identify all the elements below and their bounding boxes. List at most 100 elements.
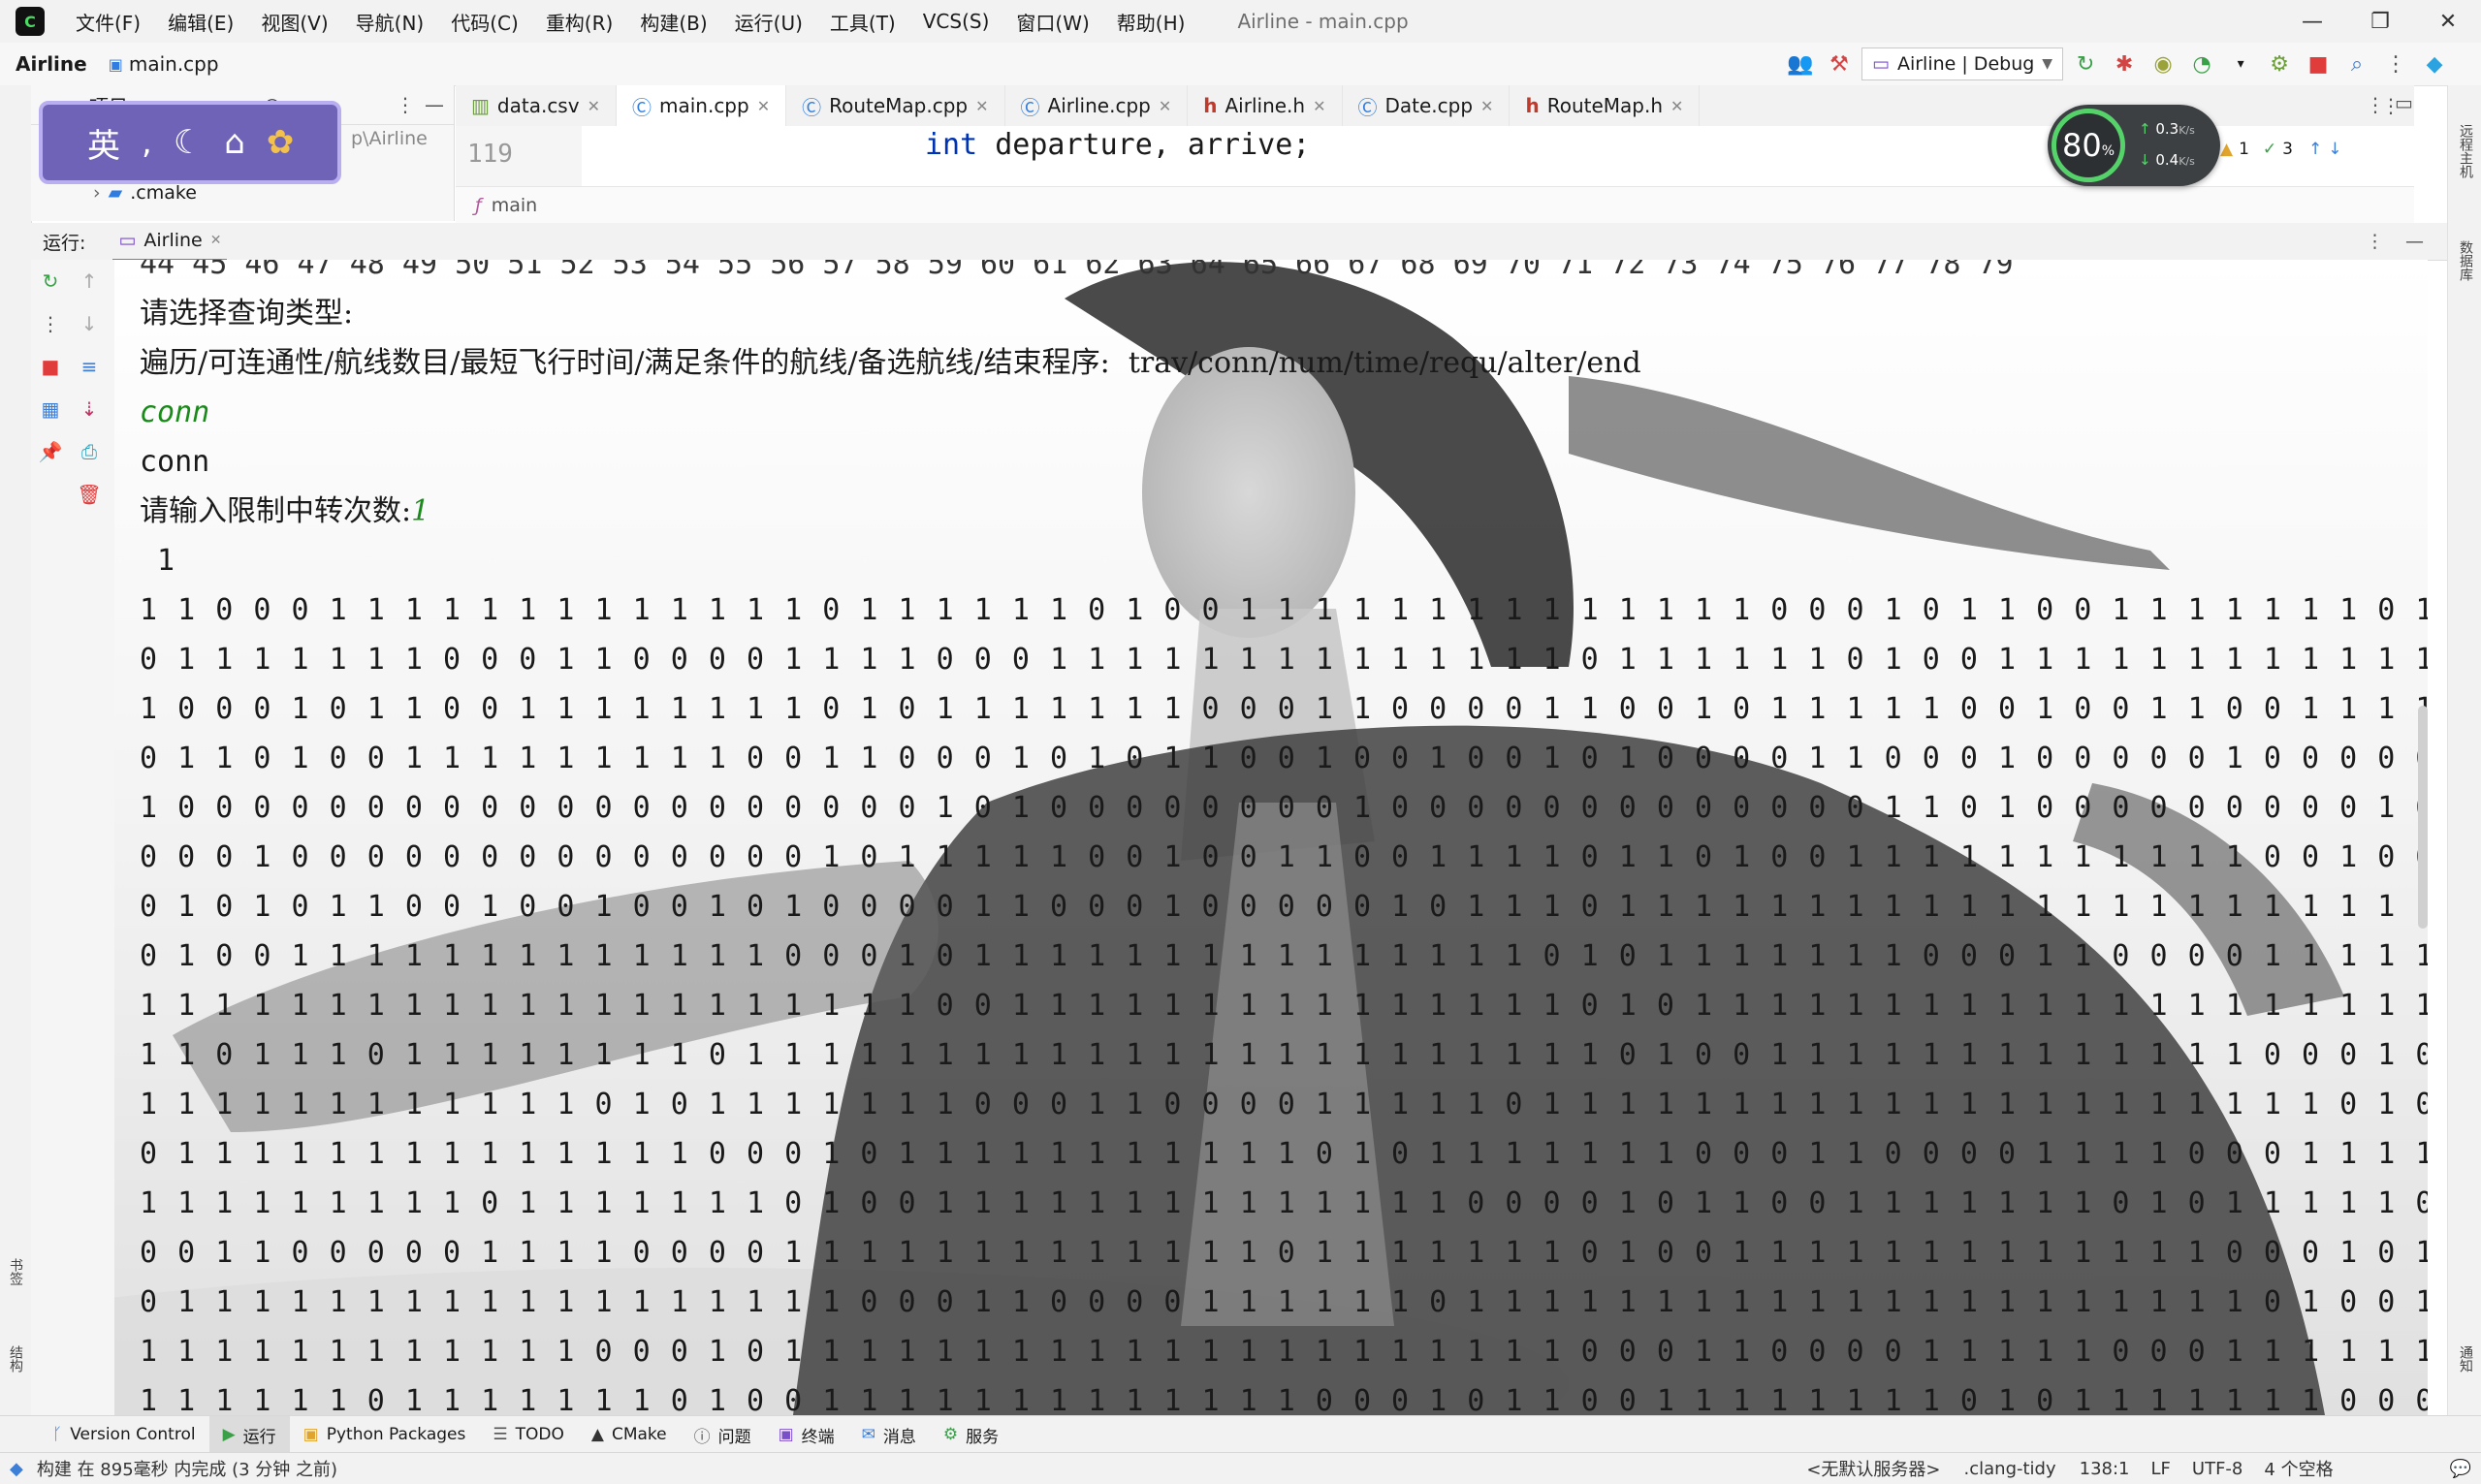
tab-cmake[interactable]: ▲ CMake	[578, 1416, 681, 1453]
database-tool-button[interactable]: 数据库	[2456, 240, 2475, 281]
options-icon[interactable]: ⋮	[396, 93, 415, 116]
code-breadcrumb[interactable]: ƒ main	[456, 186, 2414, 224]
close-tab-icon[interactable]: ✕	[1480, 97, 1493, 115]
close-tab-icon[interactable]: ✕	[1159, 97, 1171, 115]
tab-date-cpp[interactable]: Ⓒ Date.cpp ✕	[1343, 85, 1511, 126]
ime-status-badge[interactable]: 英 , ☾ ⌂ ✿	[39, 101, 341, 184]
tab-run[interactable]: ▶ 运行	[208, 1416, 290, 1453]
close-tab-icon[interactable]: ✕	[1670, 97, 1683, 115]
scroll-down-icon[interactable]: ↓	[70, 302, 109, 345]
tab-todo[interactable]: ☰ TODO	[479, 1416, 578, 1453]
tab-problems[interactable]: ⓘ 问题	[681, 1416, 765, 1453]
editor-more-icon[interactable]: ▭	[2395, 91, 2413, 114]
menu-build[interactable]: 构建(B)	[626, 8, 720, 36]
scroll-to-end-icon[interactable]: ⇣	[70, 388, 109, 430]
tab-airline-h[interactable]: h Airline.h ✕	[1188, 85, 1343, 126]
console-scrollbar[interactable]	[2418, 706, 2428, 929]
remote-host-tool-button[interactable]: 远程主机	[2456, 124, 2475, 178]
tab-python-packages[interactable]: ▣ Python Packages	[290, 1416, 480, 1453]
menu-help[interactable]: 帮助(H)	[1103, 8, 1199, 36]
prev-highlight-icon[interactable]: ↑	[2308, 140, 2322, 159]
stop-icon[interactable]: ■	[31, 345, 70, 388]
print-icon[interactable]: ⎙	[70, 430, 109, 473]
menu-navigate[interactable]: 导航(N)	[342, 8, 438, 36]
file-breadcrumb[interactable]: ▣ main.cpp	[109, 52, 219, 76]
status-message[interactable]: 构建 在 895毫秒 内完成 (3 分钟 之前)	[37, 1456, 337, 1481]
build-hammer-icon[interactable]: ⚒	[1823, 47, 1856, 80]
ime-punctuation-icon: ,	[142, 123, 152, 162]
menu-vcs[interactable]: VCS(S)	[909, 10, 1003, 33]
settings-icon[interactable]: ⋮	[2379, 47, 2412, 80]
inspection-widget[interactable]: ▲ 1 ✓ 3 ↑ ↓	[2220, 140, 2341, 159]
profiler-icon[interactable]: ◔	[2185, 47, 2218, 80]
bookmarks-tool-button[interactable]: 书签	[6, 1258, 25, 1285]
indent-setting[interactable]: 4 个空格	[2264, 1456, 2333, 1481]
valgrind-icon[interactable]: ⚙	[2263, 47, 2296, 80]
file-encoding[interactable]: UTF-8	[2192, 1459, 2242, 1479]
pin-icon[interactable]: 📌	[31, 430, 70, 473]
soft-wrap-icon[interactable]: ≡	[70, 345, 109, 388]
tab-main-cpp[interactable]: Ⓒmain.cpp ✕	[616, 85, 787, 129]
rerun-icon[interactable]: ↻	[2069, 47, 2102, 80]
jetbrains-toolbox-icon[interactable]: ◆	[2418, 47, 2451, 80]
menu-code[interactable]: 代码(C)	[437, 8, 532, 36]
tab-messages[interactable]: ✉ 消息	[848, 1416, 930, 1453]
split-editor-icon[interactable]: ⋮	[2366, 93, 2385, 116]
run-options-icon[interactable]: ⋮	[2366, 231, 2384, 252]
stop-icon[interactable]: ■	[2302, 47, 2335, 80]
close-tab-icon[interactable]: ✕	[588, 97, 600, 115]
project-breadcrumb[interactable]: Airline	[16, 52, 87, 76]
restore-button[interactable]: ❐	[2346, 0, 2414, 43]
package-icon: ▣	[302, 1425, 319, 1444]
tab-version-control[interactable]: ᚴ Version Control	[39, 1416, 209, 1453]
debug-bug-icon[interactable]: ✱	[2108, 47, 2141, 80]
matrix-row: 1 0 0 0 1 0 1 1 0 0 1 1 1 1 1 1 1 1 0 1 …	[140, 692, 2428, 726]
run-configuration-select[interactable]: ▭ Airline | Debug ▼	[1861, 47, 2064, 80]
tab-routemap-h[interactable]: h RouteMap.h ✕	[1510, 85, 1701, 126]
menu-refactor[interactable]: 重构(R)	[532, 8, 627, 36]
menu-run[interactable]: 运行(U)	[721, 8, 816, 36]
layout-icon[interactable]: ▦	[31, 388, 70, 430]
event-log-icon[interactable]: 💬	[2450, 1459, 2471, 1479]
menu-tools[interactable]: 工具(T)	[816, 8, 909, 36]
close-button[interactable]: ✕	[2414, 0, 2481, 43]
run-tab-airline[interactable]: ▭ Airline ✕	[112, 222, 228, 262]
caret-position[interactable]: 138:1	[2080, 1459, 2130, 1479]
search-icon[interactable]: ⌕	[2340, 47, 2373, 80]
menu-edit[interactable]: 编辑(E)	[154, 8, 247, 36]
close-tab-icon[interactable]: ✕	[975, 97, 988, 115]
scroll-up-icon[interactable]: ↑	[70, 260, 109, 302]
console-output[interactable]: 44 45 46 47 48 49 50 51 52 53 54 55 56 5…	[140, 260, 2428, 1415]
structure-tool-button[interactable]: 结构	[6, 1345, 25, 1373]
close-tab-icon[interactable]: ✕	[757, 97, 770, 115]
hide-panel-icon[interactable]: —	[425, 93, 444, 116]
user-icon[interactable]: 👥	[1784, 47, 1817, 80]
hide-run-panel-icon[interactable]: —	[2405, 231, 2424, 252]
tab-routemap-cpp[interactable]: Ⓒ RouteMap.cpp ✕	[786, 85, 1005, 126]
minimize-button[interactable]: —	[2278, 0, 2346, 43]
breadcrumb-function[interactable]: main	[492, 195, 537, 216]
menu-view[interactable]: 视图(V)	[247, 8, 341, 36]
more-run-icon[interactable]: ▾	[2224, 47, 2257, 80]
menu-file[interactable]: 文件(F)	[62, 8, 154, 36]
clear-console-icon[interactable]: 🗑	[70, 473, 109, 516]
more-actions-icon[interactable]: ⋮	[31, 302, 70, 345]
tab-airline-cpp[interactable]: Ⓒ Airline.cpp ✕	[1005, 85, 1189, 126]
rerun-icon[interactable]: ↻	[31, 260, 70, 302]
network-speed-widget[interactable]: 80% ↑ 0.3K/s ↓ 0.4K/s	[2048, 105, 2220, 186]
line-separator[interactable]: LF	[2151, 1459, 2171, 1479]
tab-data-csv[interactable]: ▥ data.csv ✕	[456, 85, 617, 126]
clang-tidy-status[interactable]: .clang-tidy	[1964, 1459, 2056, 1479]
next-highlight-icon[interactable]: ↓	[2328, 140, 2341, 159]
code-line[interactable]: int departure, arrive;	[925, 128, 1310, 162]
tree-item-cmake[interactable]: › ▰ .cmake	[93, 182, 197, 204]
tab-services[interactable]: ⚙ 服务	[930, 1416, 1012, 1453]
close-tab-icon[interactable]: ✕	[210, 233, 222, 248]
notifications-tool-button[interactable]: 通知	[2456, 1345, 2475, 1373]
coverage-icon[interactable]: ◉	[2147, 47, 2179, 80]
server-selector[interactable]: <无默认服务器>	[1806, 1456, 1940, 1481]
close-tab-icon[interactable]: ✕	[1313, 97, 1325, 115]
run-console[interactable]: 44 45 46 47 48 49 50 51 52 53 54 55 56 5…	[114, 260, 2428, 1415]
menu-window[interactable]: 窗口(W)	[1002, 8, 1102, 36]
tab-terminal[interactable]: ▣ 终端	[765, 1416, 848, 1453]
